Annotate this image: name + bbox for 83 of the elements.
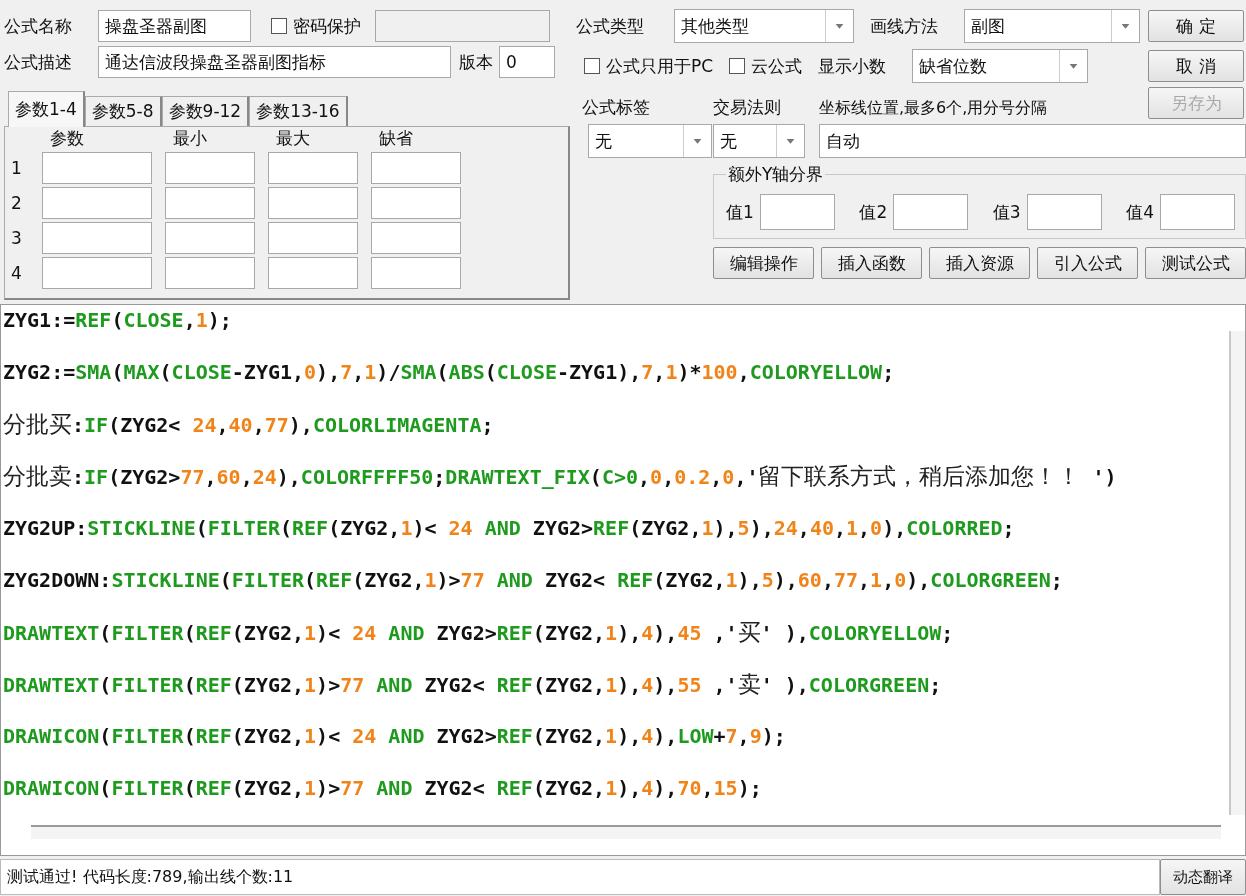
decimals-dropdown[interactable]: 缺省位数: [912, 49, 1089, 83]
code-line: DRAWTEXT(FILTER(REF(ZYG2,1)< 24 AND ZYG2>REF(ZYG2,1),4),45 ,'买' ),COLORYELLOW;: [3, 618, 955, 646]
toolbar-button[interactable]: 编辑操作: [713, 247, 814, 279]
tab[interactable]: 参数1-4: [8, 91, 85, 127]
field-label: 值3: [992, 200, 1021, 224]
param-field[interactable]: [371, 187, 461, 219]
param-field[interactable]: [268, 222, 358, 254]
checkbox[interactable]: [729, 58, 746, 74]
checkbox-label[interactable]: 公式只用于PC: [606, 54, 714, 78]
param-field[interactable]: [42, 187, 152, 219]
param-field[interactable]: [165, 187, 255, 219]
param-field[interactable]: [165, 152, 255, 184]
field-label: 公式标签: [582, 96, 650, 119]
toolbar-button[interactable]: 引入公式: [1037, 247, 1138, 279]
field-label: 值4: [1126, 200, 1154, 224]
trade-rule-dropdown[interactable]: 无: [713, 124, 805, 158]
field-label: 坐标线位置,最多6个,用分号分隔: [819, 98, 1048, 119]
value-field[interactable]: [1160, 194, 1235, 230]
field-label: 画线方法: [870, 14, 939, 38]
axis-lines-field[interactable]: 自动: [819, 124, 1246, 158]
checkbox[interactable]: [271, 18, 287, 34]
param-field[interactable]: [371, 152, 461, 184]
param-field[interactable]: [42, 152, 152, 184]
column-header: 缺省: [378, 127, 414, 149]
param-field[interactable]: [371, 257, 461, 289]
column-header: 参数: [49, 127, 85, 149]
tab[interactable]: 参数9-12: [161, 96, 250, 126]
code-editor[interactable]: [0, 304, 1246, 856]
field-label: 值2: [859, 200, 888, 224]
toolbar-button[interactable]: 插入资源: [929, 247, 1030, 279]
param-field[interactable]: [165, 257, 255, 289]
version-field[interactable]: 0: [499, 46, 555, 78]
tab[interactable]: 参数5-8: [84, 96, 162, 126]
code-line: 分批卖:IF(ZYG2>77,60,24),COLORFFFF50;DRAWTEXT_FIX(C>0,0,0.2,0,'留下联系方式，稍后添加您！！ '): [3, 462, 1118, 490]
row-number: 2: [11, 193, 23, 213]
param-field[interactable]: [42, 257, 152, 289]
checkbox-label[interactable]: 云公式: [751, 54, 803, 78]
value-field[interactable]: [759, 194, 835, 230]
field-label: 显示小数: [818, 54, 888, 78]
code-line: DRAWTEXT(FILTER(REF(ZYG2,1)>77 AND ZYG2< REF(ZYG2,1),4),55 ,'卖' ),COLORGREEN;: [3, 670, 943, 698]
value-field[interactable]: [893, 194, 969, 230]
tab[interactable]: 参数13-16: [249, 96, 348, 126]
param-field[interactable]: [42, 222, 152, 254]
description-field[interactable]: 通达信波段操盘圣器副图指标: [98, 46, 451, 78]
translate-button[interactable]: 动态翻译: [1160, 859, 1246, 895]
column-header: 最小: [172, 127, 208, 149]
checkbox-label[interactable]: 密码保护: [293, 14, 361, 38]
param-field[interactable]: [165, 222, 255, 254]
row-number: 4: [11, 263, 23, 283]
code-line: DRAWICON(FILTER(REF(ZYG2,1)>77 AND ZYG2< REF(ZYG2,1),4),70,15);: [3, 775, 763, 802]
cancel-button[interactable]: 取 消: [1148, 50, 1244, 82]
column-header: 最大: [275, 127, 311, 149]
vertical-scrollbar[interactable]: [1229, 331, 1245, 815]
field-label: 值1: [726, 200, 754, 224]
code-line: ZYG2:=SMA(MAX(CLOSE-ZYG1,0),7,1)/SMA(ABS(CLOSE-ZYG1),7,1)*100,COLORYELLOW;: [3, 359, 896, 386]
formula-type-dropdown[interactable]: 其他类型: [674, 9, 854, 43]
row-number: 3: [11, 228, 23, 248]
group-title: 额外Y轴分界: [727, 163, 825, 186]
code-line: ZYG2DOWN:STICKLINE(FILTER(REF(ZYG2,1)>77 AND ZYG2< REF(ZYG2,1),5),60,77,1,0),COLORGREEN;: [3, 567, 1064, 594]
field-label: 公式类型: [576, 14, 645, 38]
ok-button[interactable]: 确 定: [1148, 10, 1244, 42]
toolbar-button[interactable]: 插入函数: [821, 247, 922, 279]
param-field[interactable]: [268, 187, 358, 219]
code-line: 分批买:IF(ZYG2< 24,40,77),COLORLIMAGENTA;: [3, 410, 495, 438]
value-field[interactable]: [1026, 194, 1102, 230]
code-line: ZYG1:=REF(CLOSE,1);: [3, 307, 233, 334]
field-label: 版本: [459, 50, 493, 74]
param-field[interactable]: [268, 257, 358, 289]
param-field[interactable]: [268, 152, 358, 184]
toolbar-button[interactable]: 测试公式: [1145, 247, 1246, 279]
field-label: 交易法则: [713, 96, 781, 119]
code-line: DRAWICON(FILTER(REF(ZYG2,1)< 24 AND ZYG2>REF(ZYG2,1),4),LOW+7,9);: [3, 723, 787, 750]
param-field[interactable]: [371, 222, 461, 254]
status-message: 测试通过! 代码长度:789,输出线个数:11: [0, 859, 1160, 895]
draw-method-dropdown[interactable]: 副图: [964, 9, 1140, 43]
horizontal-scrollbar[interactable]: [31, 825, 1221, 839]
name-field[interactable]: 操盘圣器副图: [98, 10, 251, 42]
tag-dropdown[interactable]: 无: [588, 124, 712, 158]
row-number: 1: [11, 158, 23, 178]
checkbox[interactable]: [584, 58, 600, 74]
field-label: 公式名称: [4, 14, 73, 38]
code-line: ZYG2UP:STICKLINE(FILTER(REF(ZYG2,1)< 24 AND ZYG2>REF(ZYG2,1),5),24,40,1,0),COLORRED;: [3, 515, 1016, 542]
field-label: 公式描述: [4, 50, 73, 74]
